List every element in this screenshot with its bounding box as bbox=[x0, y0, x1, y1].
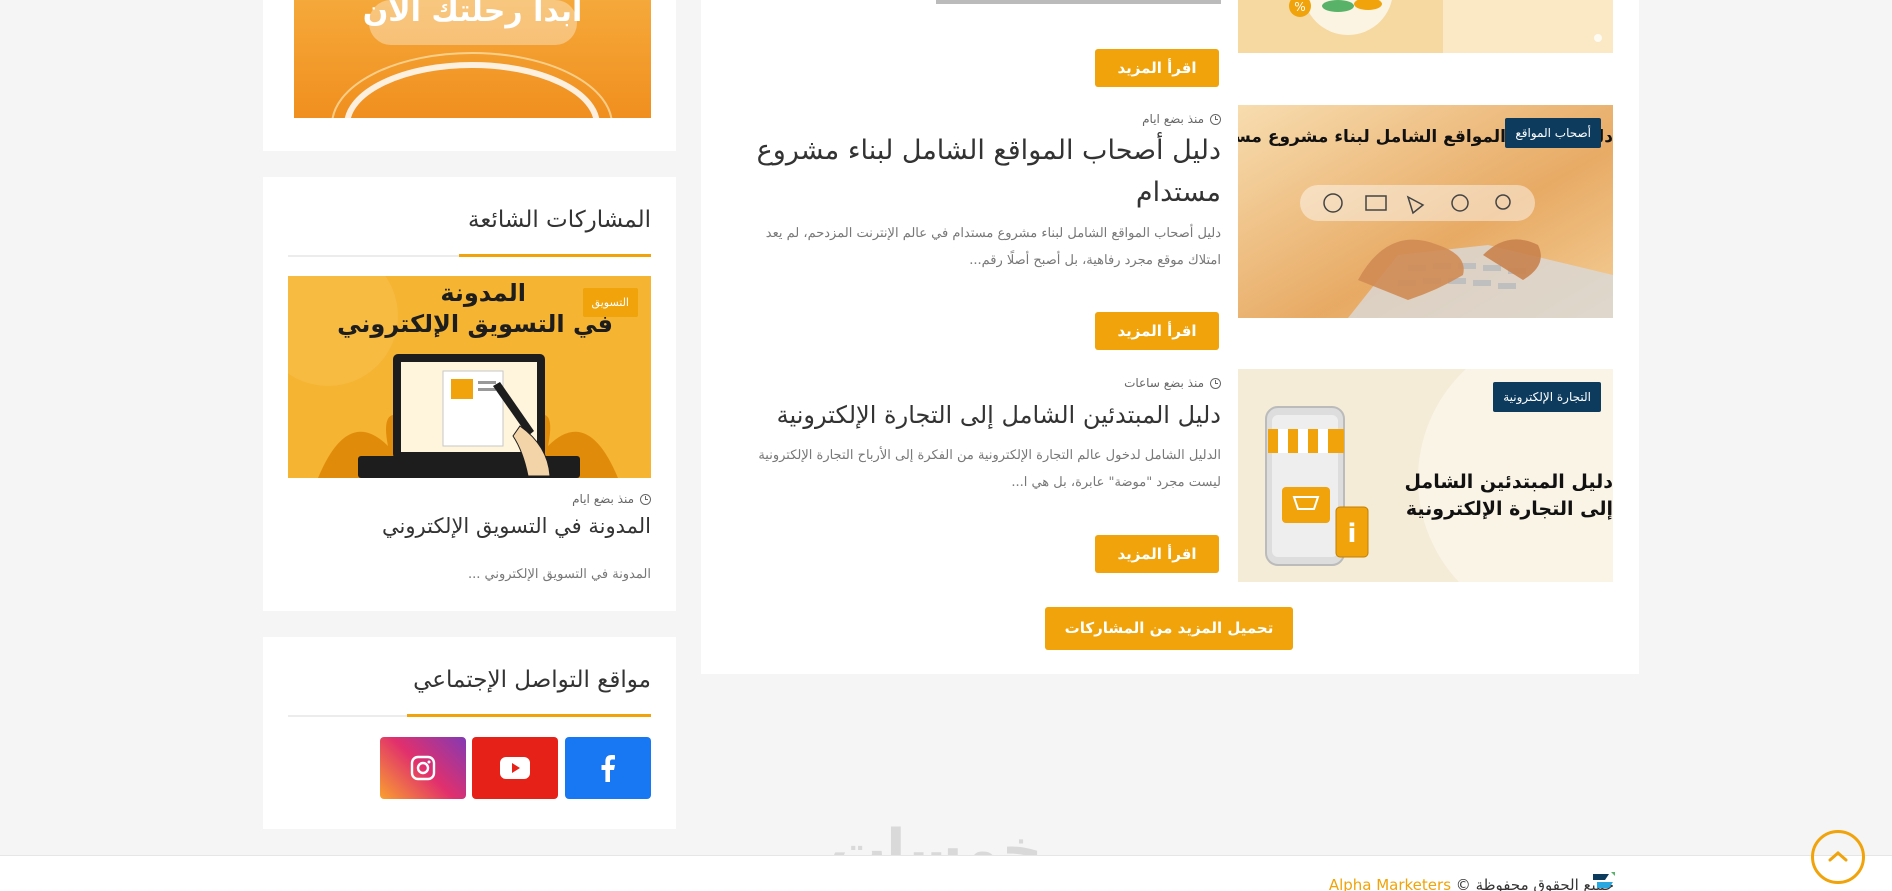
youtube-icon bbox=[500, 757, 530, 779]
banner-image[interactable]: ابدأ رحلتك الآن bbox=[294, 0, 651, 118]
posts-list: % اقرأ المزيد دليل أصحاب المواقع الشامل … bbox=[701, 0, 1639, 674]
post-time: منذ بضع ساعات bbox=[1124, 376, 1204, 390]
post-image[interactable]: % bbox=[1238, 0, 1613, 53]
post-title[interactable]: دليل أصحاب المواقع الشامل لبناء مشروع مس… bbox=[739, 130, 1221, 214]
post-card: دليل أصحاب المواقع الشامل لبناء مشروع مس… bbox=[701, 105, 1639, 355]
popular-post-excerpt: المدونة في التسويق الإلكتروني ... bbox=[467, 567, 651, 582]
post-meta: منذ بضع ساعات bbox=[739, 376, 1221, 390]
widget-divider bbox=[288, 714, 651, 717]
popular-post-image[interactable]: المدونة في التسويق الإلكتروني التسويق bbox=[288, 276, 651, 478]
load-more-button[interactable]: تحميل المزيد من المشاركات bbox=[1045, 607, 1293, 650]
category-badge[interactable]: أصحاب المواقع bbox=[1505, 118, 1601, 148]
image-caption-2: إلى التجارة الإلكترونية bbox=[1405, 498, 1613, 520]
post-excerpt bbox=[921, 0, 1221, 8]
svg-text:%: % bbox=[1294, 0, 1305, 14]
post-image[interactable]: i دليل المبتدئين الشامل إلى التجارة الإل… bbox=[1238, 369, 1613, 582]
post-card: i دليل المبتدئين الشامل إلى التجارة الإل… bbox=[701, 369, 1639, 589]
read-more-button[interactable]: اقرأ المزيد bbox=[1095, 535, 1219, 573]
category-badge[interactable]: التسويق bbox=[582, 288, 638, 317]
scroll-to-top-button[interactable] bbox=[1811, 830, 1865, 884]
post-art: % bbox=[1238, 0, 1602, 53]
banner-text: ابدأ رحلتك الآن bbox=[362, 0, 583, 29]
clock-icon bbox=[1210, 113, 1221, 125]
copyright: جميع الحقوق محفوظة © Alpha Marketers bbox=[1329, 876, 1614, 891]
read-more-button[interactable]: اقرأ المزيد bbox=[1095, 49, 1219, 87]
post-meta: منذ بضع ايام bbox=[572, 492, 651, 506]
post-time: منذ بضع ايام bbox=[1142, 112, 1204, 126]
image-heading-2: في التسويق الإلكتروني bbox=[337, 310, 613, 338]
read-more-button[interactable]: اقرأ المزيد bbox=[1095, 312, 1219, 350]
widget-divider bbox=[288, 254, 651, 257]
svg-text:i: i bbox=[1348, 519, 1357, 549]
post-text: منذ بضع ايام دليل أصحاب المواقع الشامل ل… bbox=[739, 112, 1221, 274]
popular-posts-widget: المشاركات الشائعة المدونة في التسويق الإ… bbox=[263, 177, 676, 611]
brand-link[interactable]: Alpha Marketers bbox=[1329, 876, 1451, 891]
post-text: منذ بضع ساعات دليل المبتدئين الشامل إلى … bbox=[739, 376, 1221, 496]
facebook-icon bbox=[601, 755, 615, 782]
clock-icon bbox=[1210, 377, 1221, 389]
page: ابدأ رحلتك الآن المشاركات الشائعة المدون… bbox=[0, 0, 1892, 891]
banner-widget: ابدأ رحلتك الآن bbox=[263, 0, 676, 151]
widget-title: المشاركات الشائعة bbox=[467, 207, 651, 233]
chevron-up-icon bbox=[1828, 851, 1848, 862]
clock-icon bbox=[640, 493, 651, 505]
site-logo-icon[interactable] bbox=[1589, 872, 1617, 891]
post-excerpt: دليل أصحاب المواقع الشامل لبناء مشروع مس… bbox=[765, 226, 1221, 268]
footer: جميع الحقوق محفوظة © Alpha Marketers bbox=[0, 855, 1892, 891]
youtube-button[interactable] bbox=[472, 737, 558, 799]
instagram-icon bbox=[410, 755, 436, 781]
social-widget: مواقع التواصل الإجتماعي bbox=[263, 637, 676, 829]
widget-title: مواقع التواصل الإجتماعي bbox=[413, 667, 651, 693]
post-image[interactable]: دليل أصحاب المواقع الشامل لبناء مشروع مس… bbox=[1238, 105, 1613, 318]
post-card: % اقرأ المزيد bbox=[701, 0, 1639, 90]
post-meta: منذ بضع ايام bbox=[739, 112, 1221, 126]
instagram-button[interactable] bbox=[380, 737, 466, 799]
facebook-button[interactable] bbox=[565, 737, 651, 799]
post-title[interactable]: دليل المبتدئين الشامل إلى التجارة الإلكت… bbox=[739, 394, 1221, 436]
post-time: منذ بضع ايام bbox=[572, 492, 634, 506]
category-badge[interactable]: التجارة الإلكترونية bbox=[1493, 382, 1601, 412]
image-caption-1: دليل المبتدئين الشامل bbox=[1404, 471, 1613, 493]
post-excerpt: الدليل الشامل لدخول عالم التجارة الإلكتر… bbox=[758, 448, 1221, 490]
popular-post-title[interactable]: المدونة في التسويق الإلكتروني bbox=[382, 514, 651, 538]
image-heading-1: المدونة bbox=[440, 279, 526, 307]
